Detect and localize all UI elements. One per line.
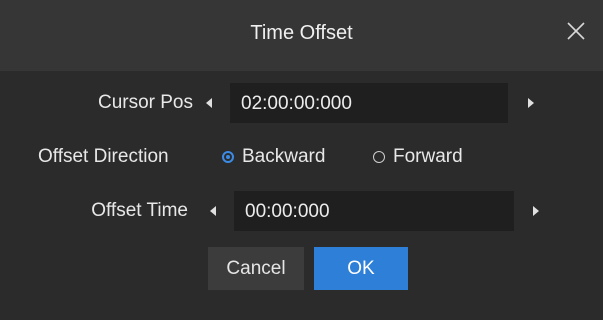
cursor-pos-increment[interactable] [522,83,542,123]
radio-backward-label: Backward [242,146,326,167]
title-bar: Time Offset [0,0,603,71]
offset-time-row: Offset Time 00:00:000 [0,191,603,231]
caret-left-icon [206,98,212,108]
ok-button[interactable]: OK [314,247,408,290]
offset-time-input[interactable]: 00:00:000 [234,191,514,231]
radio-unselected-icon [373,151,385,163]
dialog-title: Time Offset [250,22,353,44]
offset-direction-label: Offset Direction [38,146,169,167]
radio-selected-icon [222,151,234,163]
close-icon[interactable] [563,18,589,44]
cursor-pos-input[interactable]: 02:00:00:000 [230,83,508,123]
caret-right-icon [533,206,539,216]
offset-time-decrement[interactable] [204,191,224,231]
cursor-pos-label: Cursor Pos [97,92,193,113]
cursor-pos-row: Cursor Pos 02:00:00:000 [0,83,603,123]
offset-direction-row: Offset Direction Backward Forward [0,137,603,177]
offset-time-increment[interactable] [527,191,547,231]
radio-forward[interactable]: Forward [373,146,463,168]
radio-forward-label: Forward [393,146,463,167]
cursor-pos-decrement[interactable] [200,83,220,123]
offset-time-label: Offset Time [91,200,188,221]
time-offset-dialog: Time Offset Cursor Pos 02:00:00:000 Offs… [0,0,603,320]
caret-right-icon [528,98,534,108]
caret-left-icon [210,206,216,216]
cancel-button[interactable]: Cancel [208,247,304,290]
radio-backward[interactable]: Backward [222,146,325,168]
